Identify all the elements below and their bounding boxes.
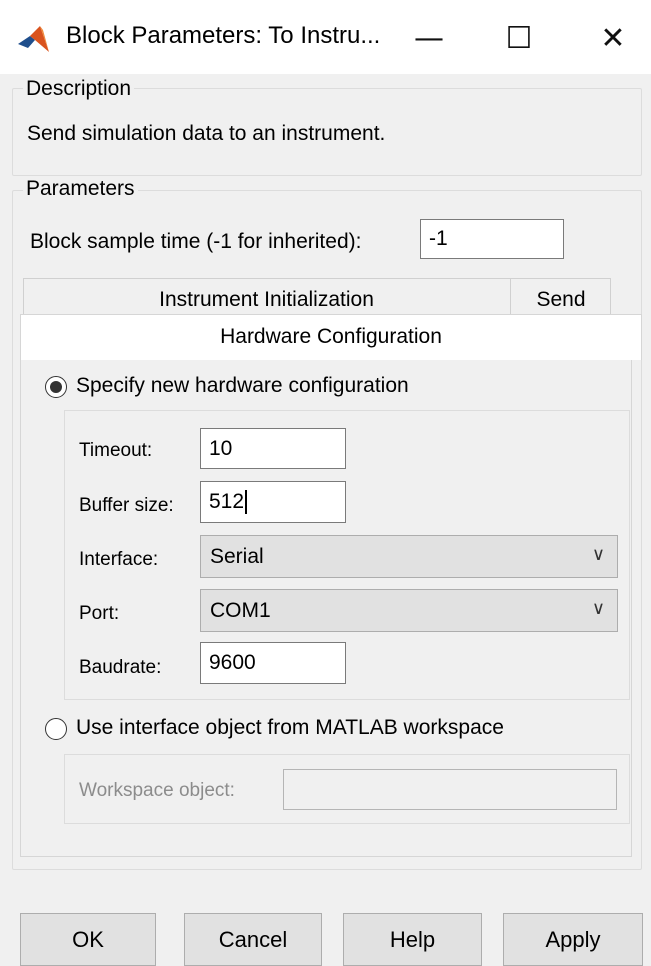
timeout-input[interactable]: 10 [200,428,346,469]
close-button[interactable]: ✕ [584,16,642,60]
chevron-down-icon: ∨ [591,544,605,565]
baudrate-label: Baudrate: [79,657,162,678]
apply-button[interactable]: Apply [503,913,643,966]
buffer-size-label: Buffer size: [79,495,174,516]
parameters-legend: Parameters [23,177,138,201]
interface-value: Serial [210,544,264,568]
port-value: COM1 [210,598,271,622]
new-config-radio[interactable] [45,376,67,398]
workspace-object-radio[interactable] [45,718,67,740]
sample-time-input[interactable]: -1 [420,219,564,259]
tab-hardware-configuration[interactable]: Hardware Configuration [20,314,642,360]
cancel-button[interactable]: Cancel [184,913,322,966]
interface-dropdown[interactable]: Serial ∨ [200,535,618,578]
description-legend: Description [23,77,135,101]
minimize-button[interactable]: — [400,16,458,60]
maximize-button[interactable]: ☐ [490,16,548,60]
workspace-object-input [283,769,617,810]
ok-button[interactable]: OK [20,913,156,966]
workspace-option-label[interactable]: Use interface object from MATLAB workspa… [76,716,504,740]
help-button[interactable]: Help [343,913,482,966]
sample-time-label: Block sample time (-1 for inherited): [30,230,362,253]
radio-selected-dot [49,380,62,393]
description-text: Send simulation data to an instrument. [27,122,386,145]
text-caret [245,490,247,514]
workspace-object-label: Workspace object: [79,780,235,801]
timeout-label: Timeout: [79,440,153,461]
chevron-down-icon: ∨ [591,598,605,619]
matlab-icon [18,26,49,52]
port-label: Port: [79,603,120,624]
port-dropdown[interactable]: COM1 ∨ [200,589,618,632]
buffer-size-input[interactable]: 512 [200,481,346,523]
buffer-size-value: 512 [209,490,245,513]
baudrate-input[interactable]: 9600 [200,642,346,684]
window-title: Block Parameters: To Instru... [66,22,381,49]
interface-label: Interface: [79,549,159,570]
new-config-label[interactable]: Specify new hardware configuration [76,374,409,398]
